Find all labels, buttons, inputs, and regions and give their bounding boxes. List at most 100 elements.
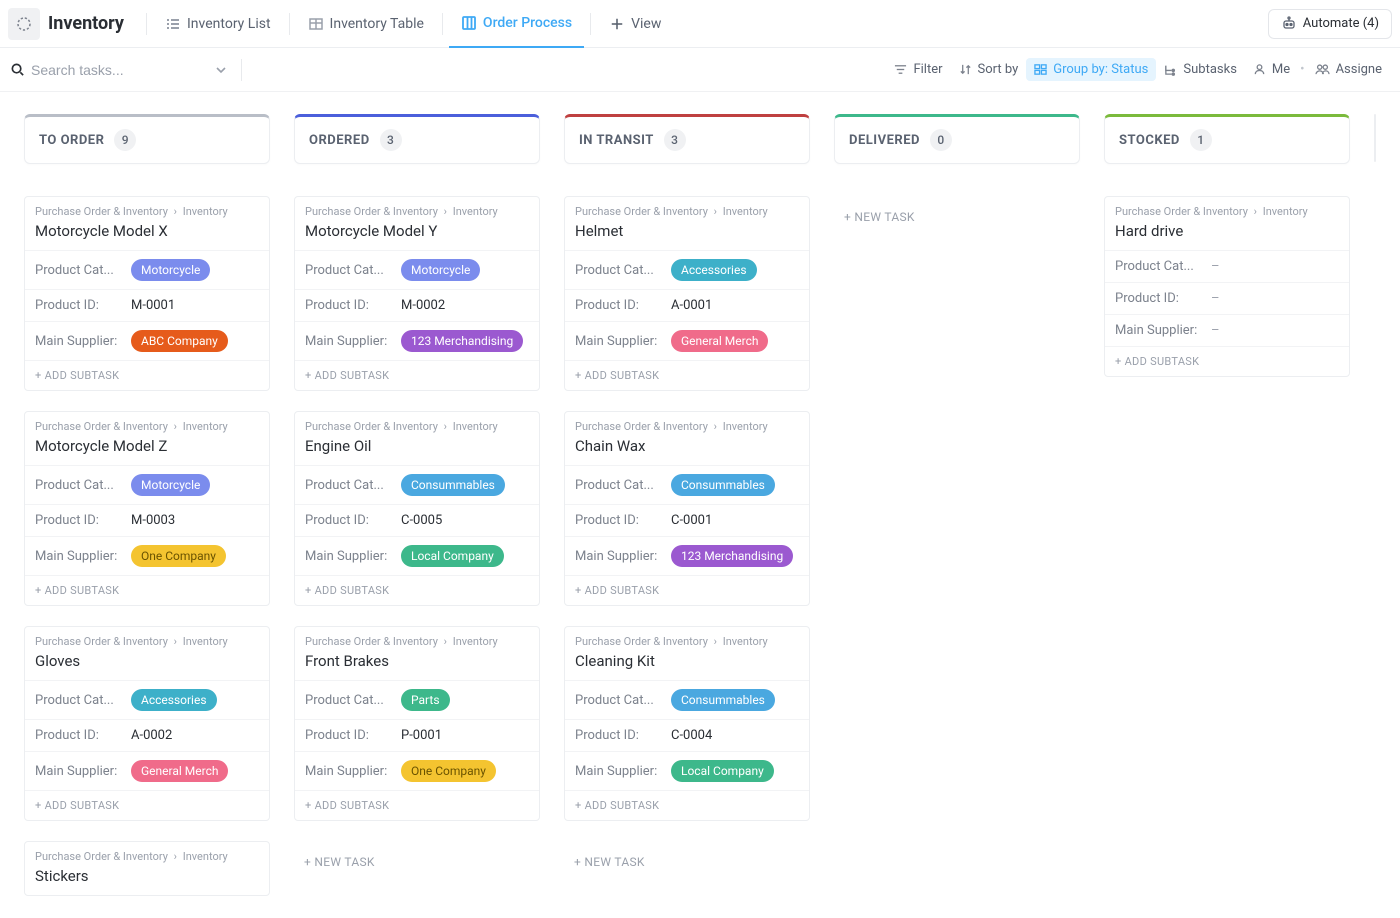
card-breadcrumb[interactable]: Purchase Order & Inventory › Inventory: [295, 197, 539, 218]
task-card[interactable]: Purchase Order & Inventory › InventoryCh…: [564, 411, 810, 606]
supplier-pill[interactable]: 123 Merchandising: [671, 545, 793, 567]
supplier-pill[interactable]: Local Company: [401, 545, 504, 567]
add-subtask-button[interactable]: + ADD SUBTASK: [565, 360, 809, 390]
person-icon: [1253, 63, 1266, 76]
list-icon: [165, 16, 181, 32]
kanban-board: TO ORDER9 Purchase Order & Inventory › In…: [0, 92, 1400, 918]
card-title: Chain Wax: [565, 433, 809, 465]
field-label: Product Cat...: [35, 693, 125, 708]
column-header[interactable]: DELIVERED0: [834, 114, 1080, 164]
breadcrumb-b: Inventory: [453, 420, 498, 433]
card-breadcrumb[interactable]: Purchase Order & Inventory › Inventory: [25, 842, 269, 863]
card-breadcrumb[interactable]: Purchase Order & Inventory › Inventory: [25, 412, 269, 433]
task-card[interactable]: Purchase Order & Inventory › InventoryGl…: [24, 626, 270, 821]
sort-label: Sort by: [978, 62, 1019, 77]
add-column-placeholder[interactable]: [1374, 114, 1376, 162]
field-product-category: Product Cat... Motorcycle: [25, 250, 269, 289]
supplier-pill[interactable]: One Company: [131, 545, 226, 567]
supplier-pill[interactable]: General Merch: [131, 760, 228, 782]
field-product-category: Product Cat...Parts: [295, 680, 539, 719]
tab-label: Inventory Table: [330, 16, 424, 32]
category-pill[interactable]: Motorcycle: [131, 259, 210, 281]
search-field[interactable]: [10, 62, 227, 78]
category-pill[interactable]: Consummables: [401, 474, 505, 496]
field-label: Main Supplier:: [305, 334, 395, 349]
card-breadcrumb[interactable]: Purchase Order & Inventory › Inventory: [1105, 197, 1349, 218]
automate-button[interactable]: Automate (4): [1268, 9, 1392, 39]
field-product-id: Product ID:A-0002: [25, 719, 269, 751]
app-logo[interactable]: [8, 8, 40, 40]
card-breadcrumb[interactable]: Purchase Order & Inventory › Inventory: [25, 197, 269, 218]
separator: [590, 13, 591, 35]
category-pill[interactable]: Consummables: [671, 474, 775, 496]
supplier-pill[interactable]: ABC Company: [131, 330, 228, 352]
supplier-pill[interactable]: Local Company: [671, 760, 774, 782]
assignee-button[interactable]: Assigne: [1307, 58, 1390, 81]
new-task-button[interactable]: + NEW TASK: [294, 841, 540, 883]
add-subtask-button[interactable]: + ADD SUBTASK: [295, 575, 539, 605]
column-header[interactable]: STOCKED1: [1104, 114, 1350, 164]
me-button[interactable]: Me: [1245, 58, 1298, 81]
task-card[interactable]: Purchase Order & Inventory › InventoryCl…: [564, 626, 810, 821]
field-label: Main Supplier:: [305, 764, 395, 779]
category-pill[interactable]: Accessories: [131, 689, 217, 711]
column-title: ORDERED: [309, 133, 370, 148]
card-title: Stickers: [25, 863, 269, 895]
add-subtask-button[interactable]: + ADD SUBTASK: [565, 575, 809, 605]
add-subtask-button[interactable]: + ADD SUBTASK: [25, 790, 269, 820]
breadcrumb-a: Purchase Order & Inventory: [575, 635, 708, 648]
card-breadcrumb[interactable]: Purchase Order & Inventory › Inventory: [565, 627, 809, 648]
card-breadcrumb[interactable]: Purchase Order & Inventory › Inventory: [565, 412, 809, 433]
search-input[interactable]: [31, 62, 181, 78]
empty-value: –: [1211, 291, 1220, 306]
chevron-right-icon: ›: [1251, 205, 1260, 218]
category-pill[interactable]: Parts: [401, 689, 450, 711]
supplier-pill[interactable]: General Merch: [671, 330, 768, 352]
subtasks-label: Subtasks: [1183, 62, 1237, 77]
tab-inventory-table[interactable]: Inventory Table: [296, 0, 436, 48]
task-card[interactable]: Purchase Order & Inventory › InventorySt…: [24, 841, 270, 896]
add-view-button[interactable]: View: [597, 0, 673, 48]
supplier-pill[interactable]: 123 Merchandising: [401, 330, 523, 352]
add-subtask-button[interactable]: + ADD SUBTASK: [565, 790, 809, 820]
task-card[interactable]: Purchase Order & Inventory › InventoryHa…: [1104, 196, 1350, 377]
add-subtask-button[interactable]: + ADD SUBTASK: [25, 360, 269, 390]
new-task-button[interactable]: + NEW TASK: [834, 196, 1080, 238]
task-card[interactable]: Purchase Order & Inventory › Inventory Mo…: [294, 196, 540, 391]
chevron-down-icon[interactable]: [215, 64, 227, 76]
chevron-right-icon: ›: [711, 205, 720, 218]
task-card[interactable]: Purchase Order & Inventory › InventoryFr…: [294, 626, 540, 821]
category-pill[interactable]: Motorcycle: [131, 474, 210, 496]
task-card[interactable]: Purchase Order & Inventory › Inventory Mo…: [24, 196, 270, 391]
field-product-id: Product ID:C-0005: [295, 504, 539, 536]
add-subtask-button[interactable]: + ADD SUBTASK: [295, 790, 539, 820]
category-pill[interactable]: Motorcycle: [401, 259, 480, 281]
add-subtask-button[interactable]: + ADD SUBTASK: [25, 575, 269, 605]
task-card[interactable]: Purchase Order & Inventory › InventoryHe…: [564, 196, 810, 391]
category-pill[interactable]: Consummables: [671, 689, 775, 711]
group-by-button[interactable]: Group by: Status: [1026, 58, 1156, 81]
add-subtask-button[interactable]: + ADD SUBTASK: [1105, 346, 1349, 376]
task-card[interactable]: Purchase Order & Inventory › Inventory Mo…: [24, 411, 270, 606]
filter-button[interactable]: Filter: [886, 58, 950, 81]
card-breadcrumb[interactable]: Purchase Order & Inventory › Inventory: [295, 412, 539, 433]
column-header[interactable]: IN TRANSIT3: [564, 114, 810, 164]
add-subtask-button[interactable]: + ADD SUBTASK: [295, 360, 539, 390]
field-label: Product Cat...: [35, 263, 125, 278]
sort-button[interactable]: Sort by: [951, 58, 1027, 81]
card-breadcrumb[interactable]: Purchase Order & Inventory › Inventory: [25, 627, 269, 648]
field-product-id: Product ID:–: [1105, 282, 1349, 314]
subtasks-button[interactable]: Subtasks: [1156, 58, 1245, 81]
card-title: Hard drive: [1105, 218, 1349, 250]
new-task-button[interactable]: + NEW TASK: [564, 841, 810, 883]
card-breadcrumb[interactable]: Purchase Order & Inventory › Inventory: [565, 197, 809, 218]
tab-order-process[interactable]: Order Process: [449, 0, 584, 48]
category-pill[interactable]: Accessories: [671, 259, 757, 281]
card-breadcrumb[interactable]: Purchase Order & Inventory › Inventory: [295, 627, 539, 648]
task-card[interactable]: Purchase Order & Inventory › InventoryEn…: [294, 411, 540, 606]
column-header[interactable]: ORDERED3: [294, 114, 540, 164]
tab-inventory-list[interactable]: Inventory List: [153, 0, 283, 48]
supplier-pill[interactable]: One Company: [401, 760, 496, 782]
breadcrumb-a: Purchase Order & Inventory: [575, 420, 708, 433]
column-header[interactable]: TO ORDER9: [24, 114, 270, 164]
